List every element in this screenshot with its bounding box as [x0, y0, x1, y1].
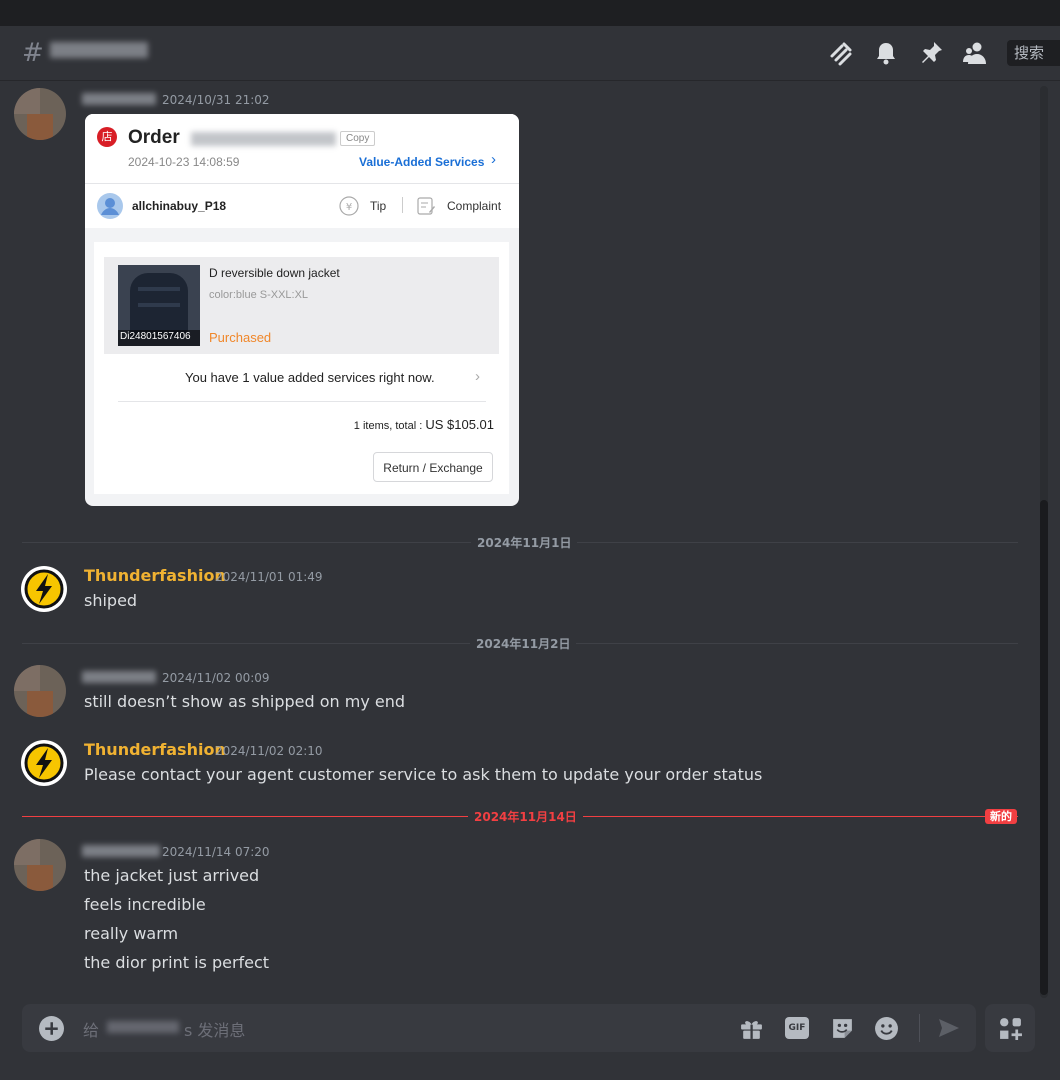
username-redacted[interactable]	[82, 671, 156, 683]
item-name: D reversible down jacket	[209, 266, 340, 280]
separator	[402, 197, 403, 213]
new-badge: 新的	[985, 809, 1017, 824]
window-top-strip	[0, 0, 1060, 26]
avatar-redacted[interactable]	[14, 665, 66, 717]
card-divider	[85, 183, 519, 184]
username-redacted[interactable]	[82, 845, 160, 857]
order-total: 1 items, total : US $105.01	[354, 417, 494, 432]
thunderfashion-avatar[interactable]	[21, 740, 67, 786]
seller-avatar-icon	[97, 193, 123, 219]
chevron-right-icon: ›	[475, 368, 480, 385]
total-amount: US $105.01	[425, 417, 494, 432]
date-divider-label: 2024年11月2日	[470, 635, 577, 652]
message-composer[interactable]: 给 s 发消息 GIF	[22, 1004, 976, 1052]
tip-label: Tip	[370, 199, 387, 213]
composer-placeholder-suffix: s 发消息	[184, 1021, 246, 1040]
username[interactable]: Thunderfashion	[84, 740, 226, 759]
recipient-redacted	[107, 1021, 179, 1033]
send-icon[interactable]	[937, 1016, 961, 1040]
channel-name-redacted	[50, 42, 148, 58]
separator	[919, 1014, 920, 1042]
search-input[interactable]: 搜索	[1007, 40, 1060, 66]
order-title: Order	[128, 127, 180, 148]
message-timestamp: 2024/11/02 00:09	[162, 671, 270, 685]
order-card-image: 店 Order Copy 2024-10-23 14:08:59 Value-A…	[85, 114, 519, 506]
total-prefix: 1 items, total :	[353, 420, 426, 432]
emoji-icon[interactable]	[874, 1016, 899, 1041]
channel-header: # 搜索	[0, 26, 1060, 81]
item-variant: color:blue S-XXL:XL	[209, 289, 309, 301]
message-text: Please contact your agent customer servi…	[84, 765, 763, 784]
bell-icon[interactable]	[873, 40, 899, 66]
message-line: the dior print is perfect	[84, 953, 270, 972]
return-exchange-button: Return / Exchange	[373, 452, 493, 482]
date-divider-label: 2024年11月1日	[471, 534, 578, 551]
message-line: the jacket just arrived	[84, 866, 260, 885]
message-timestamp: 2024/11/01 01:49	[215, 570, 323, 584]
svg-text:¥: ¥	[346, 202, 352, 213]
composer-placeholder-prefix: 给	[83, 1021, 100, 1040]
message-timestamp: 2024/11/14 07:20	[162, 845, 270, 859]
message-timestamp: 2024/11/02 02:10	[215, 744, 323, 758]
message-line: really warm	[84, 924, 179, 943]
gif-button[interactable]: GIF	[785, 1017, 809, 1039]
complaint-icon	[417, 197, 435, 215]
channel-hash-icon: #	[22, 38, 44, 68]
date-divider-label: 2024年11月14日	[468, 808, 583, 825]
value-added-notice: You have 1 value added services right no…	[185, 370, 435, 385]
chevron-right-icon: ›	[491, 151, 496, 168]
avatar-redacted[interactable]	[14, 88, 66, 140]
card-divider	[118, 401, 486, 402]
message-text: shiped	[84, 591, 138, 610]
pin-icon[interactable]	[918, 40, 944, 66]
item-status: Purchased	[209, 330, 272, 345]
apps-icon[interactable]	[998, 1016, 1023, 1041]
sticker-icon[interactable]	[830, 1016, 855, 1041]
thunderfashion-avatar[interactable]	[21, 566, 67, 612]
message-timestamp: 2024/10/31 21:02	[162, 93, 270, 107]
apps-button[interactable]	[985, 1004, 1035, 1052]
members-icon[interactable]	[962, 40, 988, 66]
message-text: still doesn’t show as shipped on my end	[84, 692, 406, 711]
add-attachment-icon[interactable]	[39, 1016, 64, 1041]
avatar-redacted[interactable]	[14, 839, 66, 891]
jacket-thumbnail: Di24801567406	[118, 265, 200, 346]
order-date: 2024-10-23 14:08:59	[128, 155, 240, 169]
username-redacted[interactable]	[82, 93, 156, 105]
store-badge-icon: 店	[97, 127, 117, 147]
value-added-services-link: Value-Added Services	[359, 155, 485, 169]
gift-icon[interactable]	[739, 1016, 764, 1041]
copy-button: Copy	[340, 131, 376, 146]
threads-icon[interactable]	[828, 40, 854, 66]
message-line: feels incredible	[84, 895, 206, 914]
seller-name: allchinabuy_P18	[132, 199, 227, 213]
scrollbar-thumb[interactable]	[1040, 500, 1048, 995]
yen-icon: ¥	[339, 196, 359, 216]
complaint-label: Complaint	[447, 199, 502, 213]
order-number-redacted	[191, 132, 336, 146]
item-code: Di24801567406	[120, 331, 191, 342]
username[interactable]: Thunderfashion	[84, 566, 226, 585]
